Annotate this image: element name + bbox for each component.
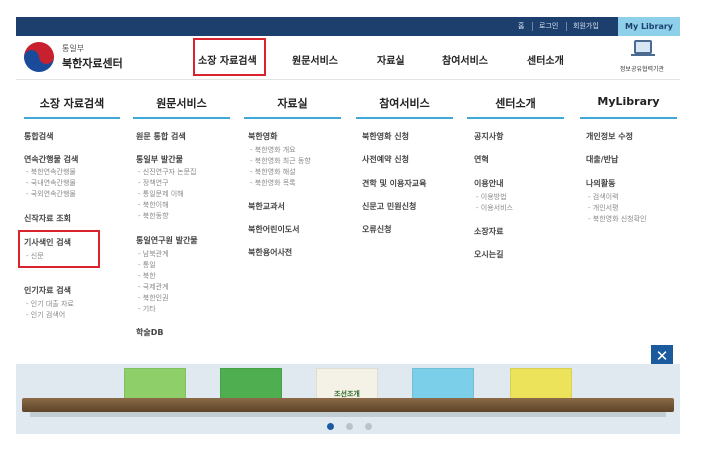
menu-item[interactable]: 북한용어사전 [248,247,292,258]
menu-item[interactable]: 북한교과서 [248,201,285,212]
portal-label: 정보공유협력기관 [619,66,665,73]
submenu-item[interactable]: - 북한인권 [138,293,169,303]
laptop-icon [631,40,655,56]
submenu-item[interactable]: - 북한이해 [138,200,169,210]
menu-item[interactable]: 이용안내 [474,178,503,189]
submenu-item[interactable]: - 검색이력 [588,192,619,202]
column-underline [580,117,677,119]
submenu-item[interactable]: - 국내연속간행물 [26,178,76,188]
column-title[interactable]: 센터소개 [467,95,564,111]
menu-column-participation: 참여서비스 [356,95,453,111]
submenu-item[interactable]: - 북한연속간행물 [26,167,76,177]
carousel-dot[interactable] [365,423,372,430]
submenu-item[interactable]: - 국외연속간행물 [26,189,76,199]
menu-item[interactable]: 소장자료 [474,226,503,237]
menu-item[interactable]: 원문 통합 검색 [136,131,186,142]
book-cover[interactable] [124,368,186,402]
submenu-item[interactable]: - 북한 [138,271,156,281]
submenu-item[interactable]: - 기타 [138,304,156,314]
submenu-item[interactable]: - 남북관계 [138,249,169,259]
submenu-item[interactable]: - 이용서비스 [476,203,513,213]
submenu-item[interactable]: - 정책연구 [138,178,169,188]
highlight-box [18,230,100,268]
shelf-plank [22,398,674,412]
book-cover[interactable]: 조선조개 [316,368,378,402]
gnb-archive[interactable]: 자료실 [377,52,405,67]
submenu-item[interactable]: - 인기 대출 자료 [26,299,74,309]
gnb-original-service[interactable]: 원문서비스 [292,52,338,67]
top-utility-bar: 홈 로그인 회원가입 My Library [16,17,680,36]
column-title[interactable]: MyLibrary [580,95,677,108]
column-underline [356,117,453,119]
menu-item-popular-search[interactable]: 인기자료 검색 [24,285,71,296]
menu-item[interactable]: 공지사항 [474,131,503,142]
government-logo[interactable] [24,42,54,72]
portal-link[interactable]: 정보공유협력기관 [614,40,670,74]
divider [566,22,567,31]
submenu-item[interactable]: - 인기 검색어 [26,310,65,320]
column-title[interactable]: 자료실 [244,95,341,111]
column-title[interactable]: 참여서비스 [356,95,453,111]
menu-item[interactable]: 오류신청 [362,224,391,235]
column-underline [133,117,230,119]
menu-column-mylibrary: MyLibrary [580,95,677,108]
book-cover[interactable] [412,368,474,402]
column-underline [467,117,564,119]
carousel-dot[interactable] [346,423,353,430]
close-icon: ✕ [655,347,669,365]
column-title[interactable]: 원문서비스 [133,95,230,111]
menu-item[interactable]: 북한영화 신청 [362,131,409,142]
menu-item[interactable]: 나의활동 [586,178,615,189]
site-title[interactable]: 북한자료센터 [62,55,123,71]
submenu-item[interactable]: - 신진연구자 논문집 [138,167,197,177]
menu-item[interactable]: 통일부 발간물 [136,154,183,165]
menu-item[interactable]: 연혁 [474,154,489,165]
menu-item[interactable]: 학술DB [136,327,163,338]
submenu-item[interactable]: - 이용방법 [476,192,507,202]
highlight-box [193,38,266,76]
shelf-shadow [30,412,666,417]
menu-item[interactable]: 신문고 민원신청 [362,201,416,212]
column-underline [244,117,341,119]
menu-item[interactable]: 오시는길 [474,249,503,260]
menu-column-search: 소장 자료검색 [24,95,120,111]
submenu-item[interactable]: - 북한영화 최근 동향 [250,156,311,166]
book-cover[interactable] [220,368,282,402]
book-cover[interactable] [510,368,572,402]
menu-item[interactable]: 개인정보 수정 [586,131,633,142]
divider [16,79,680,80]
ministry-name: 통일부 [62,44,85,53]
my-library-button[interactable]: My Library [618,17,680,36]
column-title[interactable]: 소장 자료검색 [24,95,120,111]
submenu-item[interactable]: - 북한동향 [138,211,169,221]
submenu-item[interactable]: - 통일 [138,260,156,270]
column-underline [24,117,120,119]
submenu-item[interactable]: - 통일문제 이해 [138,189,184,199]
join-link[interactable]: 회원가입 [573,17,599,36]
menu-column-archive: 자료실 [244,95,341,111]
menu-item[interactable]: 북한영화 [248,131,277,142]
submenu-item[interactable]: - 북한영화 해설 [250,167,296,177]
submenu-item[interactable]: - 북한영화 목록 [250,178,296,188]
menu-item[interactable]: 견학 및 이용자교육 [362,178,426,189]
menu-column-original: 원문서비스 [133,95,230,111]
menu-item-integrated-search[interactable]: 통합검색 [24,131,53,142]
gnb-participation[interactable]: 참여서비스 [442,52,488,67]
submenu-item[interactable]: - 북한영화 신청확인 [588,214,647,224]
submenu-item[interactable]: - 국제관계 [138,282,169,292]
menu-column-center: 센터소개 [467,95,564,111]
submenu-item[interactable]: - 북한영화 개요 [250,145,296,155]
menu-item[interactable]: 북한어린이도서 [248,224,300,235]
menu-item-new-materials[interactable]: 신작자료 조회 [24,213,71,224]
home-link[interactable]: 홈 [518,17,524,36]
carousel-dot[interactable] [327,423,334,430]
submenu-item[interactable]: - 개인서평 [588,203,619,213]
menu-item[interactable]: 통일연구원 발간물 [136,235,198,246]
menu-item-periodical-search[interactable]: 연속간행물 검색 [24,154,78,165]
gnb-center-intro[interactable]: 센터소개 [527,52,564,67]
menu-item[interactable]: 사전예약 신청 [362,154,409,165]
divider [532,22,533,31]
login-link[interactable]: 로그인 [539,17,558,36]
menu-item[interactable]: 대출/반납 [586,154,618,165]
